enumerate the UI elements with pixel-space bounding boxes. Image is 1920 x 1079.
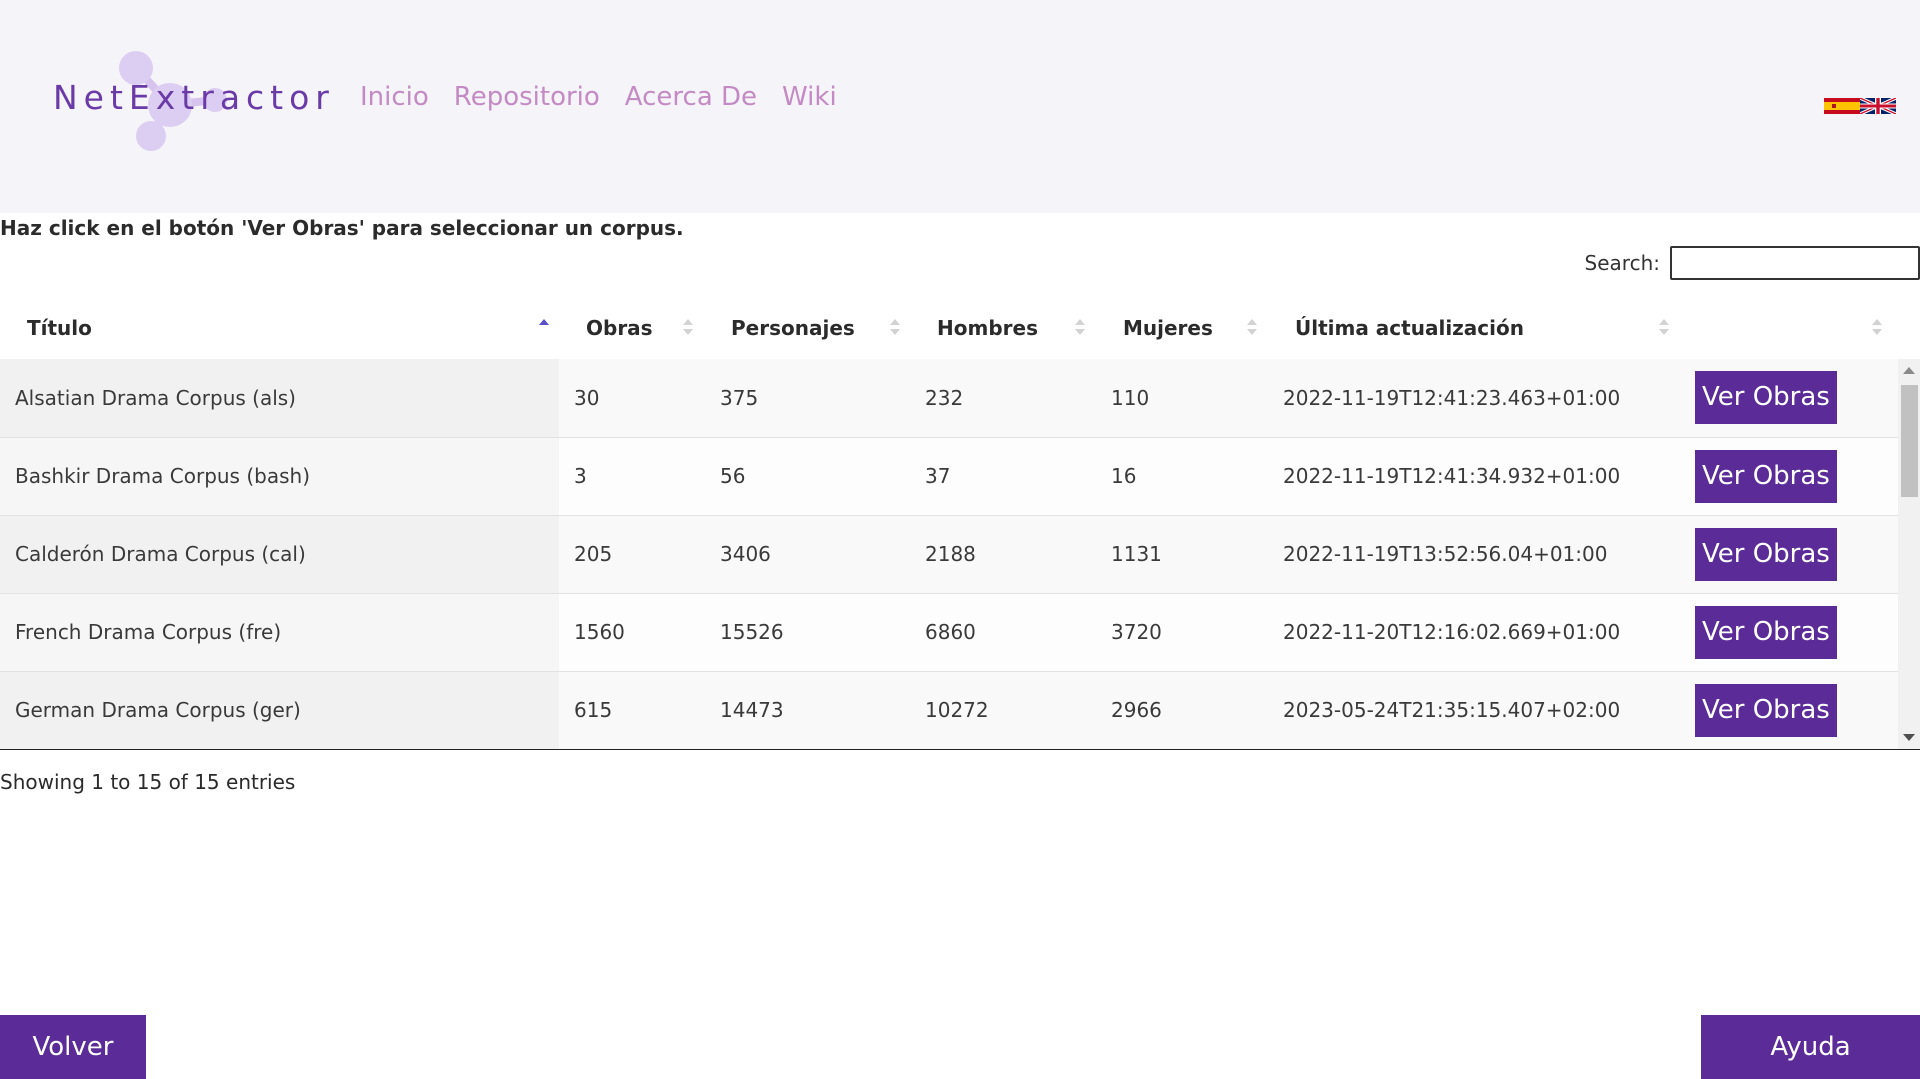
brand-name[interactable]: NetExtractor — [53, 78, 335, 117]
ver-obras-button[interactable]: Ver Obras — [1695, 371, 1837, 425]
cell-actualizacion: 2022-11-19T12:41:34.932+01:00 — [1273, 437, 1685, 516]
nav-link-acerca-de[interactable]: Acerca De — [625, 82, 757, 112]
cell-action: Ver Obras — [1685, 671, 1898, 749]
cell-action: Ver Obras — [1685, 437, 1898, 516]
nav-link-inicio[interactable]: Inicio — [360, 82, 429, 112]
cell-obras: 3 — [559, 437, 709, 516]
cell-hombres: 2188 — [915, 515, 1101, 594]
column-header-mujeres[interactable]: Mujeres — [1101, 300, 1273, 360]
table-row: Alsatian Drama Corpus (als) 30 375 232 1… — [0, 359, 1898, 438]
table-scroll-body[interactable]: Alsatian Drama Corpus (als) 30 375 232 1… — [0, 359, 1920, 750]
sort-both-icon — [1247, 319, 1257, 335]
cell-mujeres: 2966 — [1101, 671, 1273, 749]
cell-titulo: Bashkir Drama Corpus (bash) — [0, 437, 559, 516]
main-nav: Inicio Repositorio Acerca De Wiki — [360, 82, 837, 112]
cell-titulo: Calderón Drama Corpus (cal) — [0, 515, 559, 594]
cell-personajes: 3406 — [709, 515, 915, 594]
cell-personajes: 15526 — [709, 593, 915, 672]
sort-both-icon — [890, 319, 900, 335]
cell-hombres: 6860 — [915, 593, 1101, 672]
column-label-obras: Obras — [586, 316, 653, 340]
column-header-titulo[interactable]: Título — [0, 300, 559, 360]
language-selector — [1824, 98, 1896, 114]
table-scrollbar[interactable] — [1898, 359, 1920, 749]
cell-personajes: 375 — [709, 359, 915, 438]
cell-hombres: 10272 — [915, 671, 1101, 749]
scroll-up-icon[interactable] — [1903, 367, 1915, 374]
ver-obras-button[interactable]: Ver Obras — [1695, 605, 1837, 659]
cell-action: Ver Obras — [1685, 593, 1898, 672]
column-header-hombres[interactable]: Hombres — [915, 300, 1101, 360]
cell-actualizacion: 2022-11-19T12:41:23.463+01:00 — [1273, 359, 1685, 438]
sort-both-icon — [1659, 319, 1669, 335]
top-header: NetExtractor Inicio Repositorio Acerca D… — [0, 0, 1920, 213]
column-header-actions[interactable] — [1685, 300, 1898, 360]
nav-link-wiki[interactable]: Wiki — [782, 82, 837, 112]
corpus-table: Alsatian Drama Corpus (als) 30 375 232 1… — [0, 359, 1898, 749]
nav-link-repositorio[interactable]: Repositorio — [454, 82, 600, 112]
volver-button[interactable]: Volver — [0, 1015, 146, 1079]
column-header-obras[interactable]: Obras — [559, 300, 709, 360]
cell-actualizacion: 2022-11-19T13:52:56.04+01:00 — [1273, 515, 1685, 594]
cell-obras: 205 — [559, 515, 709, 594]
sort-asc-icon — [539, 319, 549, 325]
table-row: Calderón Drama Corpus (cal) 205 3406 218… — [0, 515, 1898, 594]
cell-obras: 615 — [559, 671, 709, 749]
search-box: Search: — [1585, 246, 1920, 280]
column-label-hombres: Hombres — [937, 316, 1038, 340]
cell-personajes: 56 — [709, 437, 915, 516]
search-input[interactable] — [1670, 246, 1920, 280]
cell-mujeres: 16 — [1101, 437, 1273, 516]
cell-titulo: French Drama Corpus (fre) — [0, 593, 559, 672]
cell-personajes: 14473 — [709, 671, 915, 749]
table-info: Showing 1 to 15 of 15 entries — [0, 770, 296, 794]
uk-flag-icon[interactable] — [1860, 98, 1896, 114]
cell-actualizacion: 2023-05-24T21:35:15.407+02:00 — [1273, 671, 1685, 749]
scroll-down-icon[interactable] — [1903, 734, 1915, 741]
ver-obras-button[interactable]: Ver Obras — [1695, 527, 1837, 581]
column-header-ultima-actualizacion[interactable]: Última actualización — [1273, 300, 1685, 360]
ver-obras-button[interactable]: Ver Obras — [1695, 683, 1837, 737]
cell-titulo: German Drama Corpus (ger) — [0, 671, 559, 749]
column-header-personajes[interactable]: Personajes — [709, 300, 915, 360]
cell-mujeres: 3720 — [1101, 593, 1273, 672]
column-label-titulo: Título — [27, 316, 92, 340]
cell-obras: 1560 — [559, 593, 709, 672]
instructions-text: Haz click en el botón 'Ver Obras' para s… — [0, 216, 684, 240]
cell-mujeres: 110 — [1101, 359, 1273, 438]
column-label-mujeres: Mujeres — [1123, 316, 1213, 340]
spain-flag-icon[interactable] — [1824, 98, 1860, 114]
column-label-ultima-actualizacion: Última actualización — [1295, 316, 1524, 340]
cell-actualizacion: 2022-11-20T12:16:02.669+01:00 — [1273, 593, 1685, 672]
table-header: Título Obras Personajes Hombres Mujeres — [0, 300, 1898, 360]
cell-hombres: 232 — [915, 359, 1101, 438]
ayuda-button[interactable]: Ayuda — [1701, 1015, 1920, 1079]
cell-mujeres: 1131 — [1101, 515, 1273, 594]
cell-titulo: Alsatian Drama Corpus (als) — [0, 359, 559, 438]
cell-obras: 30 — [559, 359, 709, 438]
cell-hombres: 37 — [915, 437, 1101, 516]
table-row: Bashkir Drama Corpus (bash) 3 56 37 16 2… — [0, 437, 1898, 516]
sort-both-icon — [1075, 319, 1085, 335]
cell-action: Ver Obras — [1685, 359, 1898, 438]
table-row: French Drama Corpus (fre) 1560 15526 686… — [0, 593, 1898, 672]
sort-both-icon — [1872, 319, 1882, 335]
sort-both-icon — [683, 319, 693, 335]
column-label-personajes: Personajes — [731, 316, 855, 340]
cell-action: Ver Obras — [1685, 515, 1898, 594]
ver-obras-button[interactable]: Ver Obras — [1695, 449, 1837, 503]
table-row: German Drama Corpus (ger) 615 14473 1027… — [0, 671, 1898, 749]
scrollbar-thumb[interactable] — [1901, 385, 1918, 497]
search-label: Search: — [1584, 251, 1660, 275]
